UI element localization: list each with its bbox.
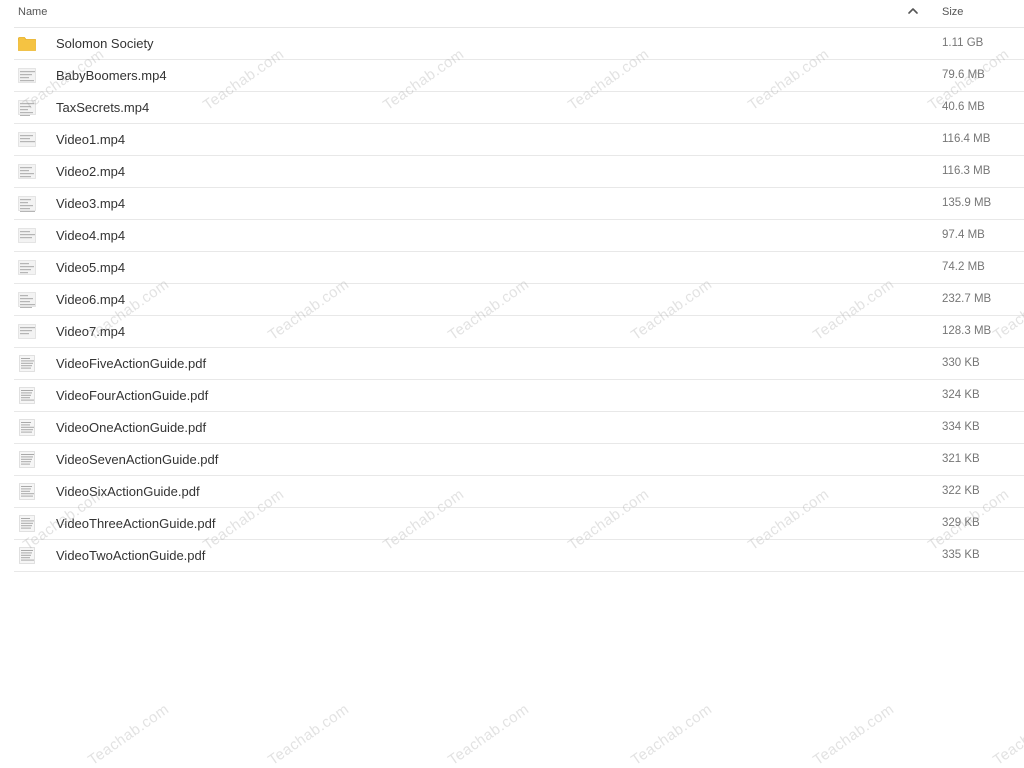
- watermark-text: Teachab.com: [85, 700, 173, 768]
- file-size: 135.9 MB: [942, 197, 992, 209]
- video-thumbnail-icon: [18, 99, 36, 116]
- file-size: 116.3 MB: [942, 165, 991, 177]
- file-size: 321 KB: [942, 453, 980, 465]
- file-name[interactable]: TaxSecrets.mp4: [56, 100, 149, 115]
- file-list: Name Size Solomon Society 1.11 GB BabyBoom…: [14, 0, 1024, 572]
- file-row[interactable]: BabyBoomers.mp4 79.6 MB: [14, 60, 1024, 92]
- file-size: 79.6 MB: [942, 69, 985, 81]
- sort-ascending-icon[interactable]: [905, 3, 921, 19]
- file-size: 116.4 MB: [942, 133, 991, 145]
- file-row[interactable]: Video3.mp4 135.9 MB: [14, 188, 1024, 220]
- watermark-text: Teachab.com: [445, 700, 533, 768]
- file-size: 128.3 MB: [942, 325, 992, 337]
- file-row[interactable]: Video4.mp4 97.4 MB: [14, 220, 1024, 252]
- file-row[interactable]: VideoSixActionGuide.pdf 322 KB: [14, 476, 1024, 508]
- file-name[interactable]: VideoFourActionGuide.pdf: [56, 388, 208, 403]
- file-row[interactable]: Video1.mp4 116.4 MB: [14, 124, 1024, 156]
- pdf-thumbnail-icon: [18, 355, 36, 372]
- file-row[interactable]: Video5.mp4 74.2 MB: [14, 252, 1024, 284]
- video-thumbnail-icon: [18, 227, 36, 244]
- file-name[interactable]: Video2.mp4: [56, 164, 125, 179]
- file-name[interactable]: Video4.mp4: [56, 228, 125, 243]
- file-size: 330 KB: [942, 357, 980, 369]
- video-thumbnail-icon: [18, 163, 36, 180]
- file-size: 74.2 MB: [942, 261, 985, 273]
- file-name[interactable]: Video5.mp4: [56, 260, 125, 275]
- file-list-header: Name Size: [14, 0, 1024, 28]
- file-row[interactable]: VideoThreeActionGuide.pdf 329 KB: [14, 508, 1024, 540]
- file-row[interactable]: VideoSevenActionGuide.pdf 321 KB: [14, 444, 1024, 476]
- file-name[interactable]: BabyBoomers.mp4: [56, 68, 167, 83]
- file-name[interactable]: VideoFiveActionGuide.pdf: [56, 356, 206, 371]
- file-row[interactable]: VideoOneActionGuide.pdf 334 KB: [14, 412, 1024, 444]
- file-row[interactable]: Video7.mp4 128.3 MB: [14, 316, 1024, 348]
- video-thumbnail-icon: [18, 259, 36, 276]
- video-thumbnail-icon: [18, 291, 36, 308]
- watermark-text: Teachab.com: [628, 700, 716, 768]
- file-name[interactable]: VideoOneActionGuide.pdf: [56, 420, 206, 435]
- file-name[interactable]: Solomon Society: [56, 36, 154, 51]
- pdf-thumbnail-icon: [18, 483, 36, 500]
- file-name[interactable]: Video7.mp4: [56, 324, 125, 339]
- file-size: 40.6 MB: [942, 101, 985, 113]
- file-size: 329 KB: [942, 517, 980, 529]
- file-size: 322 KB: [942, 485, 980, 497]
- file-size: 335 KB: [942, 549, 980, 561]
- file-name[interactable]: Video6.mp4: [56, 292, 125, 307]
- file-row[interactable]: VideoTwoActionGuide.pdf 335 KB: [14, 540, 1024, 572]
- file-row[interactable]: Video2.mp4 116.3 MB: [14, 156, 1024, 188]
- folder-icon: [18, 35, 36, 52]
- file-row[interactable]: TaxSecrets.mp4 40.6 MB: [14, 92, 1024, 124]
- file-name[interactable]: VideoTwoActionGuide.pdf: [56, 548, 205, 563]
- video-thumbnail-icon: [18, 323, 36, 340]
- pdf-thumbnail-icon: [18, 419, 36, 436]
- file-row[interactable]: Video6.mp4 232.7 MB: [14, 284, 1024, 316]
- file-row[interactable]: VideoFiveActionGuide.pdf 330 KB: [14, 348, 1024, 380]
- video-thumbnail-icon: [18, 131, 36, 148]
- file-name[interactable]: VideoSevenActionGuide.pdf: [56, 452, 218, 467]
- file-size: 324 KB: [942, 389, 980, 401]
- pdf-thumbnail-icon: [18, 387, 36, 404]
- file-name[interactable]: VideoThreeActionGuide.pdf: [56, 516, 215, 531]
- watermark-text: Teachab.com: [990, 700, 1024, 768]
- file-row[interactable]: VideoFourActionGuide.pdf 324 KB: [14, 380, 1024, 412]
- file-size: 1.11 GB: [942, 37, 984, 49]
- watermark-text: Teachab.com: [810, 700, 898, 768]
- video-thumbnail-icon: [18, 67, 36, 84]
- file-rows: Solomon Society 1.11 GB BabyBoomers.mp4 79.…: [14, 28, 1024, 572]
- file-size: 334 KB: [942, 421, 980, 433]
- file-size: 232.7 MB: [942, 293, 992, 305]
- size-column-header[interactable]: Size: [942, 6, 963, 18]
- pdf-thumbnail-icon: [18, 515, 36, 532]
- file-name[interactable]: Video1.mp4: [56, 132, 125, 147]
- file-row[interactable]: Solomon Society 1.11 GB: [14, 28, 1024, 60]
- pdf-thumbnail-icon: [18, 451, 36, 468]
- video-thumbnail-icon: [18, 195, 36, 212]
- name-column-header[interactable]: Name: [18, 6, 47, 18]
- file-name[interactable]: VideoSixActionGuide.pdf: [56, 484, 200, 499]
- watermark-text: Teachab.com: [265, 700, 353, 768]
- file-size: 97.4 MB: [942, 229, 985, 241]
- file-name[interactable]: Video3.mp4: [56, 196, 125, 211]
- pdf-thumbnail-icon: [18, 547, 36, 564]
